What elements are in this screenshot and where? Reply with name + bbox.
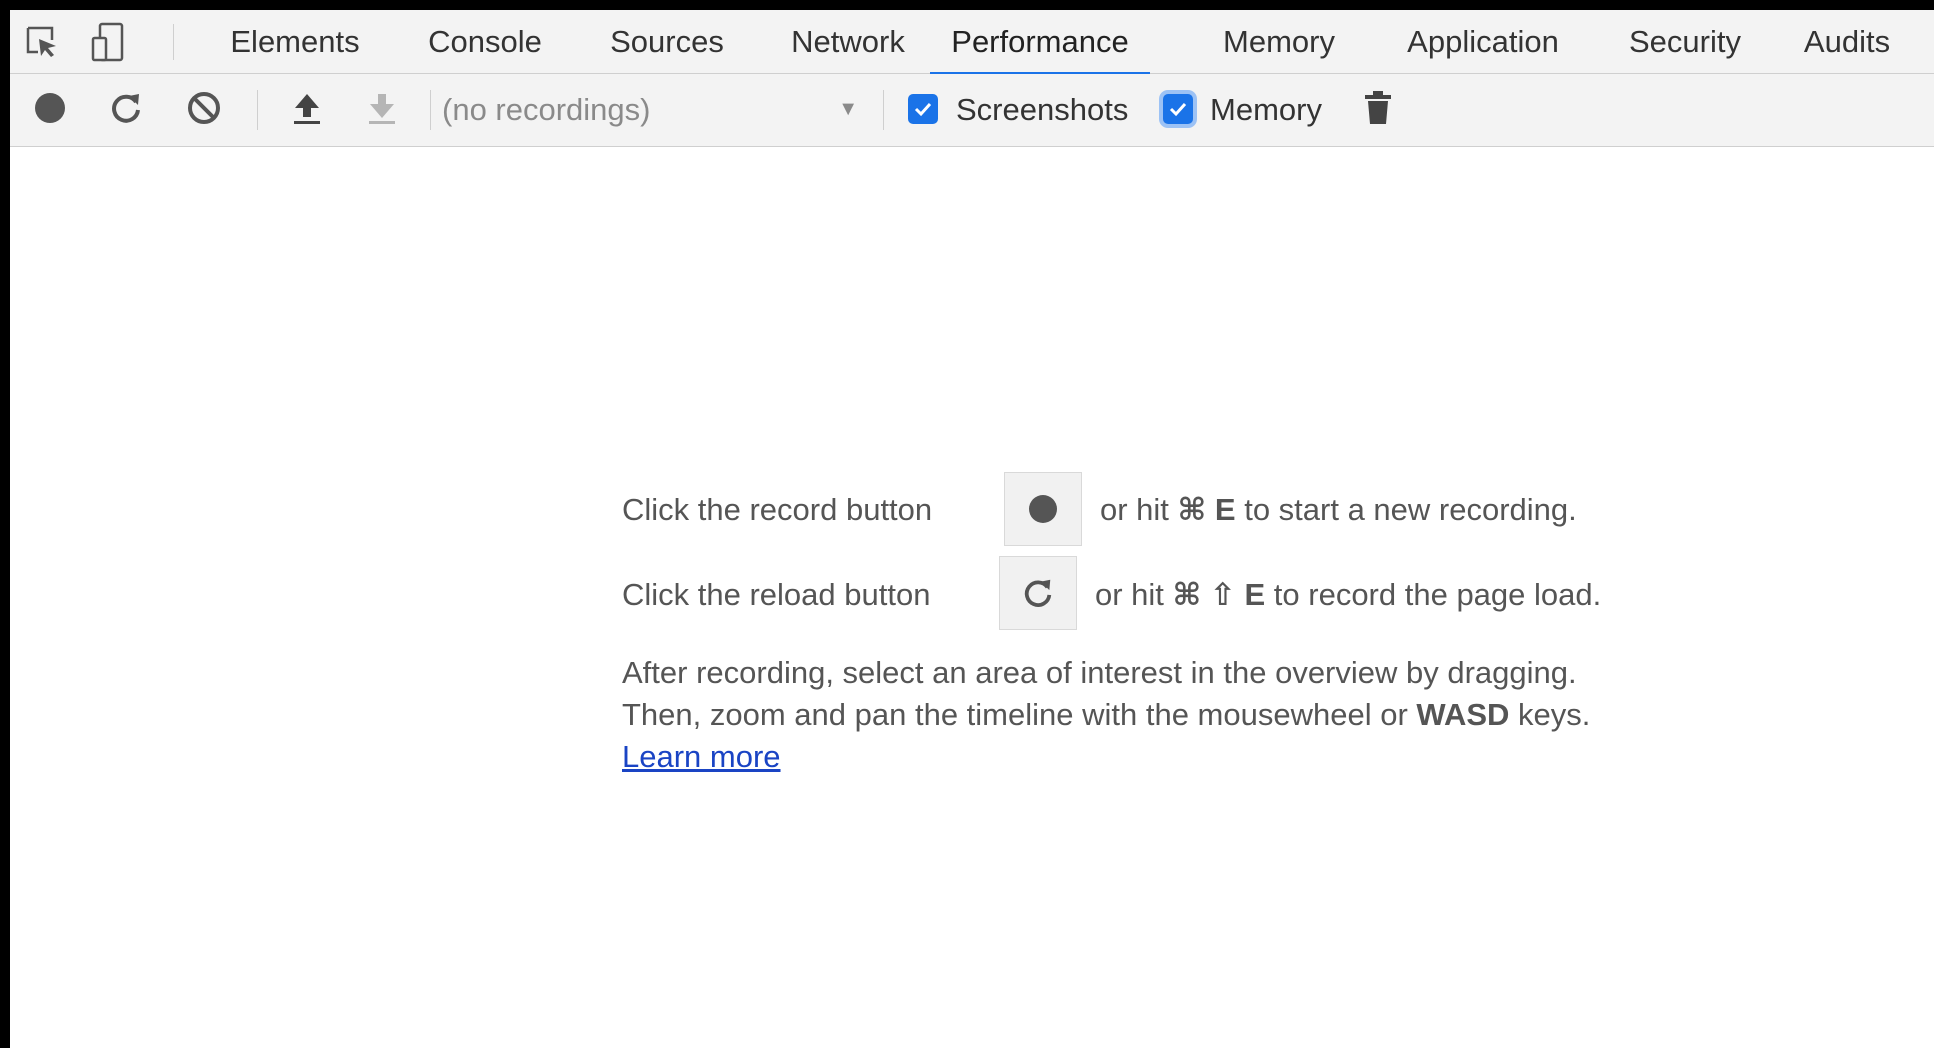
record-icon [32,90,68,131]
tab-network[interactable]: Network [778,10,918,74]
reload-shortcut-text: or hit ⌘ ⇧ E to record the page load. [1095,575,1601,615]
tab-memory[interactable]: Memory [1208,10,1350,74]
tab-elements[interactable]: Elements [220,10,370,74]
tab-console[interactable]: Console [415,10,555,74]
tab-sources[interactable]: Sources [594,10,740,74]
record-shortcut-keys: ⌘ E [1177,492,1236,527]
clear-button[interactable] [182,88,226,132]
reload-icon [1024,579,1052,607]
toolbar-separator [257,90,258,130]
dropdown-arrow-icon: ▼ [838,98,858,120]
wasd-keys-text: WASD [1416,697,1510,732]
checkmark-icon [1169,102,1187,117]
reload-instruction-text: Click the reload button [622,577,931,612]
learn-more-row: Learn more [622,736,781,778]
screenshots-checkbox[interactable] [908,94,938,124]
recordings-select-value: (no recordings) [442,92,651,127]
recording-hint-line-1: After recording, select an area of inter… [622,655,1577,690]
memory-checkbox[interactable] [1163,94,1193,124]
recording-hint-line-2: Then, zoom and pan the timeline with the… [622,694,1590,736]
reload-icon [108,90,144,131]
record-shortcut-text: or hit ⌘ E to start a new recording. [1100,490,1577,530]
record-instruction-text: Click the record button [622,492,933,527]
toolbar-separator [883,90,884,130]
inspect-element-icon[interactable] [22,20,62,64]
performance-toolbar: (no recordings) ▼ Screenshots Memory [10,74,1934,147]
load-profile-button[interactable] [285,88,329,132]
reload-shortcut-suffix: to record the page load. [1265,577,1602,612]
reload-shortcut-keys: ⌘ ⇧ E [1172,577,1266,612]
clear-icon [185,89,223,132]
reload-instruction: Click the reload button [622,575,930,615]
record-instruction: Click the record button [622,490,932,530]
toolbar-separator [430,90,431,130]
record-icon [1029,495,1057,523]
upload-icon [290,90,324,131]
record-button-hint[interactable] [1004,472,1082,546]
checkmark-icon [914,102,932,117]
record-shortcut-prefix: or hit [1100,492,1178,527]
save-profile-button[interactable] [360,88,404,132]
trash-icon [1363,89,1393,132]
learn-more-link[interactable]: Learn more [622,739,781,774]
device-toolbar-icon[interactable] [88,20,128,64]
devtools-window: Elements Console Sources Network Perform… [10,10,1934,1048]
hint-line-2-suffix: keys. [1509,697,1591,732]
tab-separator [173,24,174,60]
recordings-select[interactable]: (no recordings) ▼ [432,88,872,132]
record-shortcut-suffix: to start a new recording. [1235,492,1577,527]
reload-shortcut-prefix: or hit [1095,577,1173,612]
tab-security[interactable]: Security [1617,10,1753,74]
tab-performance[interactable]: Performance [930,10,1150,75]
screenshots-label[interactable]: Screenshots [956,88,1128,132]
record-button[interactable] [28,88,72,132]
reload-button-hint[interactable] [999,556,1077,630]
tab-audits[interactable]: Audits [1790,10,1904,74]
panel-tab-strip: Elements Console Sources Network Perform… [10,10,1934,75]
hint-line-2-text: Then, zoom and pan the timeline with the… [622,697,1417,732]
download-icon [365,90,399,131]
collect-garbage-button[interactable] [1356,88,1400,132]
tab-application[interactable]: Application [1390,10,1576,74]
reload-record-button[interactable] [104,88,148,132]
memory-label[interactable]: Memory [1210,88,1322,132]
